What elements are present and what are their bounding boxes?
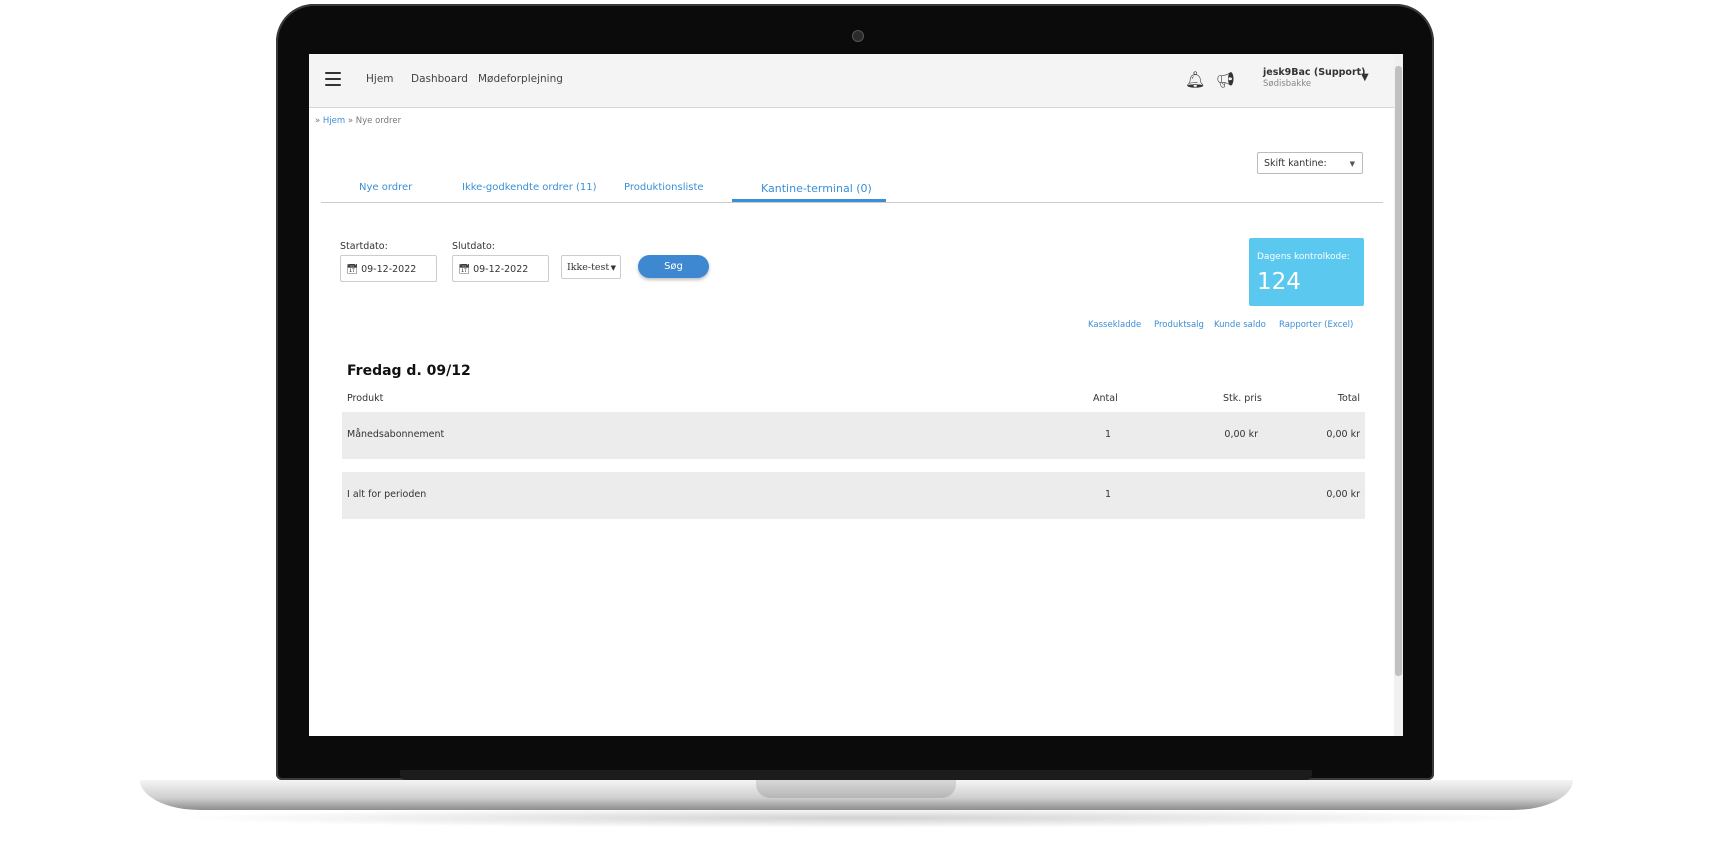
row-price: 0,00 kr: [1224, 429, 1258, 440]
nav-link-hjem[interactable]: Hjem: [366, 73, 394, 85]
caret-down-icon: ▼: [610, 264, 616, 272]
link-produktsalg[interactable]: Produktsalg: [1154, 320, 1204, 330]
nav-link-dashboard[interactable]: Dashboard: [411, 73, 468, 85]
table-row: Månedsabonnement 1 0,00 kr 0,00 kr: [342, 412, 1365, 459]
day-title: Fredag d. 09/12: [347, 363, 471, 379]
breadcrumb-current: » Nye ordrer: [347, 116, 402, 126]
column-header-qty: Antal: [1093, 393, 1118, 404]
user-location: Sødisbakke: [1263, 79, 1312, 89]
breadcrumb-home-link[interactable]: Hjem: [323, 116, 345, 126]
column-header-total: Total: [1337, 393, 1360, 404]
scrollbar-thumb[interactable]: [1395, 66, 1402, 676]
kontrolkode-box: Dagens kontrolkode: 124: [1249, 238, 1364, 306]
top-navbar: Hjem Dashboard Mødeforplejning 🔔︎ 📢︎ jes…: [309, 54, 1394, 108]
end-date-label: Slutdato:: [452, 241, 496, 252]
app-screen: Hjem Dashboard Mødeforplejning 🔔︎ 📢︎ jes…: [309, 54, 1403, 736]
nav-link-modeforplejning[interactable]: Mødeforplejning: [478, 73, 563, 85]
megaphone-icon[interactable]: 📢︎: [1216, 71, 1235, 89]
summary-label: I alt for perioden: [347, 489, 427, 500]
user-name[interactable]: jesk9Bac (Support): [1263, 67, 1366, 78]
summary-total: 0,00 kr: [1326, 489, 1360, 500]
end-date-input[interactable]: 📅︎ 09-12-2022: [452, 255, 549, 282]
link-rapporter-excel[interactable]: Rapporter (Excel): [1279, 320, 1353, 330]
kantine-select-label: Skift kantine:: [1264, 158, 1327, 169]
breadcrumb: » Hjem » Nye ordrer: [315, 116, 401, 126]
tab-kantine-terminal[interactable]: Kantine-terminal (0): [761, 182, 872, 195]
link-kassekladde[interactable]: Kassekladde: [1088, 320, 1141, 330]
laptop-hinge: [400, 770, 1312, 780]
row-product: Månedsabonnement: [347, 429, 445, 440]
row-qty: 1: [1105, 429, 1112, 440]
bell-icon[interactable]: 🔔︎: [1185, 70, 1205, 89]
column-header-price: Stk. pris: [1223, 393, 1262, 404]
start-date-label: Startdato:: [340, 241, 388, 252]
link-kunde-saldo[interactable]: Kunde saldo: [1214, 320, 1266, 330]
test-filter-select[interactable]: Ikke-test ▼: [561, 255, 621, 279]
column-header-product: Produkt: [347, 393, 384, 404]
row-total: 0,00 kr: [1326, 429, 1360, 440]
tab-bar: Nye ordrer Ikke-godkendte ordrer (11) Pr…: [321, 170, 1383, 203]
breadcrumb-prefix: »: [315, 116, 321, 126]
start-date-input[interactable]: 📅︎ 09-12-2022: [340, 255, 437, 282]
hamburger-icon[interactable]: [325, 72, 341, 86]
tab-produktionsliste[interactable]: Produktionsliste: [624, 182, 704, 193]
laptop-notch: [756, 780, 956, 798]
end-date-value: 09-12-2022: [473, 264, 529, 275]
calendar-icon: 📅︎: [458, 264, 471, 275]
summary-qty: 1: [1105, 489, 1112, 500]
search-button[interactable]: Søg: [638, 255, 709, 278]
start-date-value: 09-12-2022: [361, 264, 417, 275]
tab-ikke-godkendte-ordrer[interactable]: Ikke-godkendte ordrer (11): [462, 182, 597, 193]
calendar-icon: 📅︎: [346, 264, 359, 275]
active-tab-indicator: [732, 199, 886, 202]
tab-nye-ordrer[interactable]: Nye ordrer: [359, 182, 412, 193]
summary-row: I alt for perioden 1 0,00 kr: [342, 472, 1365, 519]
kontrolkode-value: 124: [1257, 269, 1301, 295]
kontrolkode-label: Dagens kontrolkode:: [1257, 252, 1350, 262]
laptop-shadow: [170, 808, 1543, 828]
caret-down-icon[interactable]: ▼: [1361, 72, 1369, 83]
test-filter-value: Ikke-test: [567, 262, 610, 273]
camera-icon: [852, 30, 864, 42]
